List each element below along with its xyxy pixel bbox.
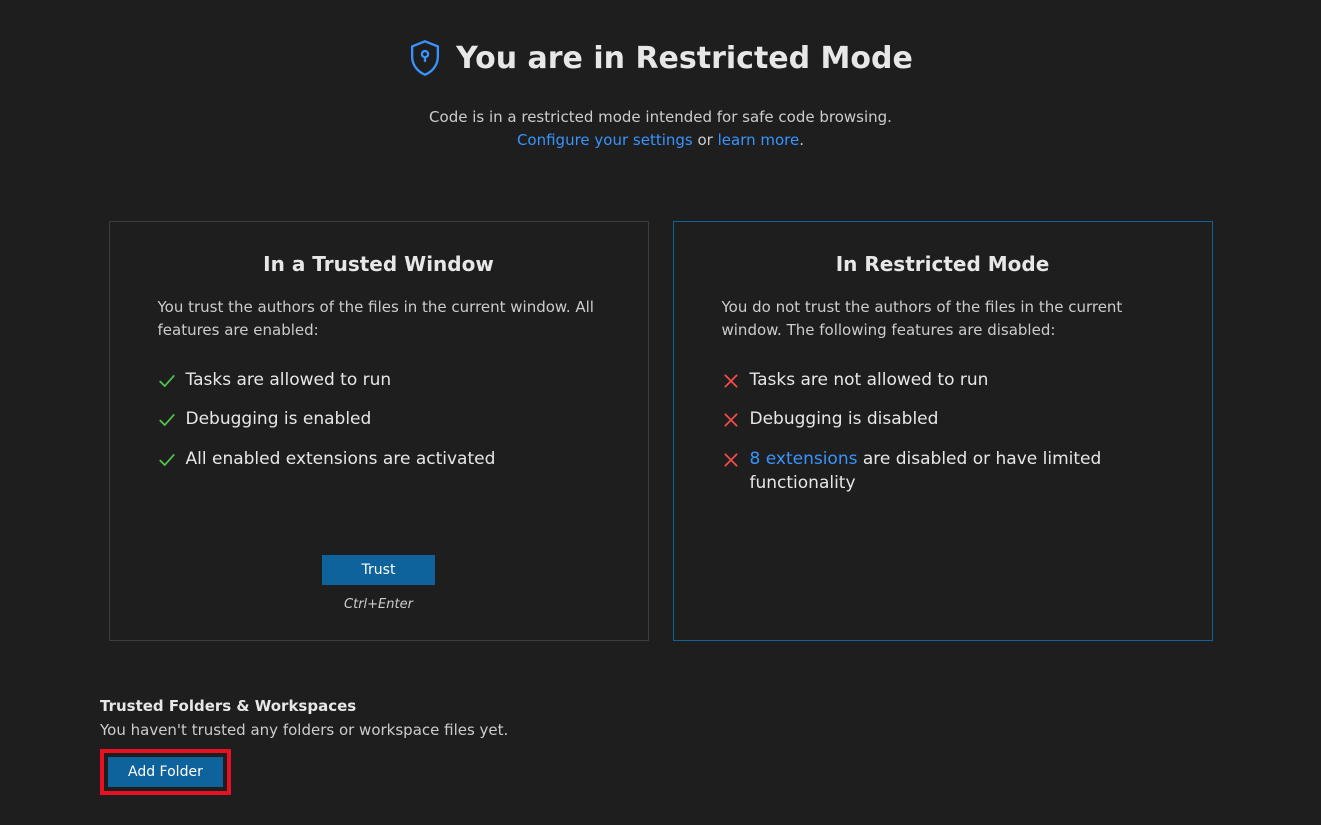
- list-item: Debugging is enabled: [158, 400, 600, 440]
- feature-text: 8 extensions are disabled or have limite…: [750, 448, 1164, 496]
- restricted-card-description: You do not trust the authors of the file…: [722, 296, 1164, 343]
- restricted-card: In Restricted Mode You do not trust the …: [673, 221, 1213, 641]
- trusted-card-footer: Trust Ctrl+Enter: [158, 535, 600, 612]
- configure-settings-link[interactable]: Configure your settings: [517, 131, 693, 149]
- trusted-folders-title: Trusted Folders & Workspaces: [100, 697, 1221, 715]
- restricted-card-title: In Restricted Mode: [722, 252, 1164, 276]
- page-title: You are in Restricted Mode: [456, 41, 913, 76]
- trusted-card: In a Trusted Window You trust the author…: [109, 221, 649, 641]
- check-icon: [158, 411, 176, 429]
- feature-text: Debugging is disabled: [750, 408, 1164, 432]
- trust-shortcut: Ctrl+Enter: [158, 597, 600, 612]
- header: You are in Restricted Mode: [100, 40, 1221, 76]
- x-icon: [722, 372, 740, 390]
- feature-text: Debugging is enabled: [186, 408, 600, 432]
- add-folder-highlight: Add Folder: [100, 749, 231, 795]
- subtitle-or: or: [693, 131, 718, 149]
- shield-icon: [408, 40, 442, 76]
- trusted-feature-list: Tasks are allowed to run Debugging is en…: [158, 361, 600, 480]
- subtitle: Code is in a restricted mode intended fo…: [100, 106, 1221, 151]
- trust-button[interactable]: Trust: [322, 555, 436, 585]
- trusted-folders-description: You haven't trusted any folders or works…: [100, 721, 1221, 739]
- list-item: Debugging is disabled: [722, 400, 1164, 440]
- list-item: 8 extensions are disabled or have limite…: [722, 440, 1164, 504]
- restricted-feature-list: Tasks are not allowed to run Debugging i…: [722, 361, 1164, 504]
- extensions-link[interactable]: 8 extensions: [750, 449, 858, 469]
- workspace-trust-editor: You are in Restricted Mode Code is in a …: [0, 0, 1321, 825]
- feature-text: Tasks are not allowed to run: [750, 369, 1164, 393]
- trusted-folders-section: Trusted Folders & Workspaces You haven't…: [100, 697, 1221, 795]
- check-icon: [158, 451, 176, 469]
- learn-more-link[interactable]: learn more: [718, 131, 800, 149]
- feature-text: All enabled extensions are activated: [186, 448, 600, 472]
- cards-row: In a Trusted Window You trust the author…: [100, 221, 1221, 641]
- add-folder-button[interactable]: Add Folder: [108, 757, 223, 787]
- trusted-card-description: You trust the authors of the files in th…: [158, 296, 600, 343]
- x-icon: [722, 411, 740, 429]
- list-item: Tasks are not allowed to run: [722, 361, 1164, 401]
- check-icon: [158, 372, 176, 390]
- trusted-card-title: In a Trusted Window: [158, 252, 600, 276]
- x-icon: [722, 451, 740, 469]
- list-item: All enabled extensions are activated: [158, 440, 600, 480]
- feature-text: Tasks are allowed to run: [186, 369, 600, 393]
- subtitle-period: .: [799, 131, 804, 149]
- subtitle-text: Code is in a restricted mode intended fo…: [429, 108, 892, 126]
- list-item: Tasks are allowed to run: [158, 361, 600, 401]
